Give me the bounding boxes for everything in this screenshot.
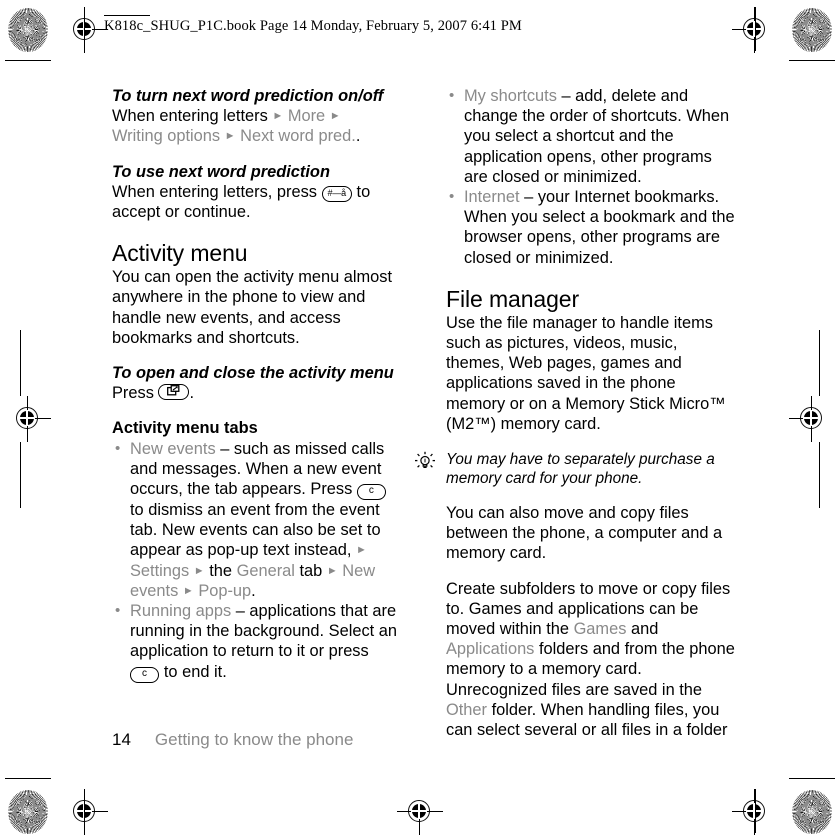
procedure-body-open-close-activity-menu: Press . xyxy=(112,383,402,403)
path-arrow-icon: ► xyxy=(329,110,341,123)
ui-term-more: More xyxy=(287,107,326,126)
procedure-heading-next-word-on-off: To turn next word prediction on/off xyxy=(112,87,384,105)
registration-mark-top-left xyxy=(62,7,108,53)
ui-term-new-events: New events xyxy=(130,439,216,458)
chapter-name: Getting to know the phone xyxy=(154,730,354,749)
procedure-path-next-word-on-off: When entering letters ► More ► Writing op… xyxy=(112,106,402,146)
tip-note-text: You may have to separately purchase a me… xyxy=(446,451,715,488)
trim-line-right-vertical-middle xyxy=(819,330,820,396)
ui-term-next-word-pred: Next word pred. xyxy=(240,127,356,146)
path-arrow-icon: ► xyxy=(224,130,236,143)
clear-key-icon: c xyxy=(356,484,387,501)
ui-term-internet: Internet xyxy=(464,188,520,207)
trim-line-bottom-right-vertical xyxy=(755,789,756,833)
paragraph-text: and xyxy=(630,620,659,639)
rosette-target-bottom-left xyxy=(8,790,48,834)
page-footer: 14 Getting to know the phone xyxy=(112,730,353,750)
list-item-text: tab xyxy=(299,561,323,580)
instruction-text: When entering letters, press xyxy=(112,182,317,201)
list-item: Running apps – applications that are run… xyxy=(112,601,402,683)
rosette-target-bottom-right xyxy=(792,790,832,834)
ui-term-writing-options: Writing options xyxy=(112,127,221,146)
procedure-heading-use-next-word: To use next word prediction xyxy=(112,162,330,181)
list-item: New events – such as missed calls and me… xyxy=(112,439,402,601)
registration-mark-left-middle xyxy=(5,396,51,442)
instruction-text: Press xyxy=(112,384,154,403)
tip-note: You may have to separately purchase a me… xyxy=(415,450,736,488)
trim-line-top-left-vertical xyxy=(84,7,85,51)
lightbulb-tip-icon xyxy=(414,451,436,473)
path-arrow-icon: ► xyxy=(272,110,284,123)
registration-mark-bottom-center xyxy=(397,789,443,835)
section-heading-activity-menu: Activity menu xyxy=(112,240,248,267)
path-text: When entering letters xyxy=(112,107,268,126)
list-item: Internet – your Internet bookmarks. When… xyxy=(446,187,736,268)
clear-key-icon: c xyxy=(130,666,160,683)
trim-line-top-right-vertical xyxy=(755,7,756,51)
trim-line-left-horizontal-top xyxy=(5,60,51,61)
activity-menu-key-icon xyxy=(158,383,190,400)
procedure-heading-open-close-activity-menu: To open and close the activity menu xyxy=(112,364,394,383)
activity-menu-tabs-list-continued: My shortcuts – add, delete and change th… xyxy=(446,86,736,268)
ui-term-applications: Applications xyxy=(446,640,535,659)
trim-line-right-vertical-middle-lower xyxy=(819,442,820,508)
right-column: My shortcuts – add, delete and change th… xyxy=(415,86,736,741)
list-item-text: to dismiss an event from the event tab. … xyxy=(130,501,381,560)
hash-language-key-icon: #—å xyxy=(321,185,352,202)
trim-line-left-vertical-middle-lower xyxy=(20,442,21,508)
list-item: My shortcuts – add, delete and change th… xyxy=(446,86,736,187)
page-number: 14 xyxy=(112,730,131,749)
ui-term-my-shortcuts: My shortcuts xyxy=(464,87,557,105)
paragraph-text: folder. When handling files, you can sel… xyxy=(446,700,728,740)
left-column: To turn next word prediction on/off When… xyxy=(112,86,402,683)
document-header-filename: K818c_SHUG_P1C.book Page 14 Monday, Febr… xyxy=(104,18,522,34)
ui-term-general: General xyxy=(236,561,295,580)
list-item-text: the xyxy=(209,561,233,580)
sentence-period: . xyxy=(189,384,195,403)
subheading-activity-menu-tabs: Activity menu tabs xyxy=(112,419,258,438)
path-arrow-icon: ► xyxy=(182,584,194,597)
trim-line-right-horizontal-bottom xyxy=(789,778,835,779)
trim-line-left-horizontal-bottom xyxy=(5,778,51,779)
ui-term-running-apps: Running apps xyxy=(130,602,232,621)
header-rule xyxy=(104,15,150,16)
sentence-period: . xyxy=(251,581,256,600)
sentence-period: . xyxy=(355,127,361,146)
section-heading-file-manager: File manager xyxy=(446,285,580,312)
ui-term-games: Games xyxy=(573,620,627,639)
activity-menu-tabs-list: New events – such as missed calls and me… xyxy=(112,439,402,683)
trim-line-bottom-left-vertical xyxy=(84,789,85,833)
registration-mark-bottom-left xyxy=(62,789,108,835)
path-arrow-icon: ► xyxy=(356,544,367,557)
section-body-activity-menu: You can open the activity menu almost an… xyxy=(112,268,393,347)
path-arrow-icon: ► xyxy=(326,564,338,577)
registration-mark-right-middle xyxy=(789,396,835,442)
section-body-file-manager: Use the file manager to handle items suc… xyxy=(446,313,726,433)
rosette-target-top-left xyxy=(8,8,48,52)
ui-term-pop-up: Pop-up xyxy=(198,581,252,600)
rosette-target-top-right xyxy=(792,8,832,52)
trim-line-left-vertical-middle xyxy=(20,330,21,396)
procedure-body-use-next-word: When entering letters, press #—å to acce… xyxy=(112,182,402,222)
paragraph-move-copy-files: You can also move and copy files between… xyxy=(446,504,723,563)
path-arrow-icon: ► xyxy=(193,564,205,577)
trim-line-right-horizontal-top xyxy=(789,60,835,61)
paragraph-create-subfolders: Create subfolders to move or copy files … xyxy=(446,579,736,741)
ui-term-settings: Settings xyxy=(130,561,190,580)
list-item-text: to end it. xyxy=(163,662,227,681)
ui-term-other: Other xyxy=(446,700,487,719)
